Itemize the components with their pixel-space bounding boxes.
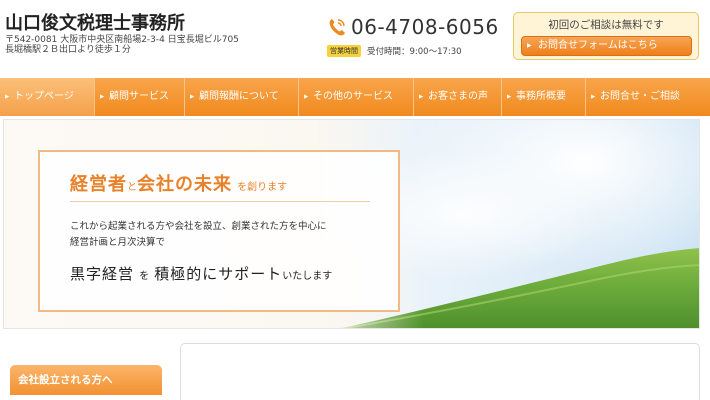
tagline-profit: 黒字経営 bbox=[70, 265, 135, 283]
nav-item-top[interactable]: トップページ bbox=[0, 78, 95, 116]
business-hours: 営業時間 受付時間：9:00～17:30 bbox=[327, 45, 462, 57]
hero-body-line: これから起業される方や会社を設立、創業された方を中心に bbox=[70, 221, 327, 232]
free-consult-note: 初回のご相談は無料です bbox=[548, 19, 664, 31]
phone-icon bbox=[329, 19, 345, 36]
consultation-box: 初回のご相談は無料です お問合せフォームはこちら bbox=[513, 12, 699, 60]
nav-item-testimonials[interactable]: お客さまの声 bbox=[414, 78, 502, 116]
hero-tagline: 黒字経営 を 積極的にサポートいたします bbox=[70, 263, 332, 284]
nav-item-office[interactable]: 事務所概要 bbox=[502, 78, 586, 116]
hero-headline: 経営者と会社の未来 を創ります bbox=[70, 170, 287, 196]
hero-description: これから起業される方や会社を設立、創業された方を中心に 経営計画と月次決算で bbox=[70, 219, 327, 251]
headline-word-managers: 経営者 bbox=[70, 174, 127, 195]
nav-item-advisory[interactable]: 顧問サービス bbox=[95, 78, 185, 116]
address-line: 〒542-0081 大阪市中央区南船場2-3-4 日宝長堀ビル705 bbox=[5, 35, 239, 45]
phone-block: 06-4708-6056 bbox=[327, 13, 499, 41]
headline-suffix: を創ります bbox=[237, 182, 288, 193]
tagline-particle: を bbox=[139, 271, 150, 282]
hero-body-line: 経営計画と月次決算で bbox=[70, 237, 166, 248]
main-content-panel bbox=[180, 343, 700, 400]
nav-item-fees[interactable]: 顧問報酬について bbox=[185, 78, 299, 116]
site-header: 山口俊文税理士事務所 〒542-0081 大阪市中央区南船場2-3-4 日宝長堀… bbox=[0, 0, 710, 78]
hours-text: 受付時間：9:00～17:30 bbox=[367, 47, 462, 57]
global-nav: トップページ 顧問サービス 顧問報酬について その他のサービス お客さまの声 事… bbox=[0, 78, 710, 116]
hero-banner: 経営者と会社の未来 を創ります これから起業される方や会社を設立、創業された方を… bbox=[3, 119, 700, 329]
address: 〒542-0081 大阪市中央区南船場2-3-4 日宝長堀ビル705 長堀橋駅２… bbox=[5, 35, 239, 55]
nav-item-other-services[interactable]: その他のサービス bbox=[299, 78, 414, 116]
nav-item-contact[interactable]: お問合せ・ご相談 bbox=[586, 78, 710, 116]
phone-number[interactable]: 06-4708-6056 bbox=[351, 15, 499, 39]
headline-particle: と bbox=[127, 182, 137, 193]
hero-message-box: 経営者と会社の未来 を創ります これから起業される方や会社を設立、創業された方を… bbox=[38, 150, 400, 312]
sidebar-heading-company-setup[interactable]: 会社設立される方へ bbox=[10, 365, 162, 395]
site-title[interactable]: 山口俊文税理士事務所 bbox=[5, 9, 185, 35]
hours-badge: 営業時間 bbox=[327, 45, 361, 57]
contact-form-button[interactable]: お問合せフォームはこちら bbox=[521, 36, 692, 56]
divider bbox=[70, 201, 370, 202]
access-line: 長堀橋駅２Ｂ出口より徒歩１分 bbox=[5, 45, 131, 55]
headline-word-future: 会社の未来 bbox=[137, 174, 232, 195]
tagline-support: 積極的にサポート bbox=[154, 265, 283, 283]
tagline-suffix: いたします bbox=[282, 271, 333, 282]
